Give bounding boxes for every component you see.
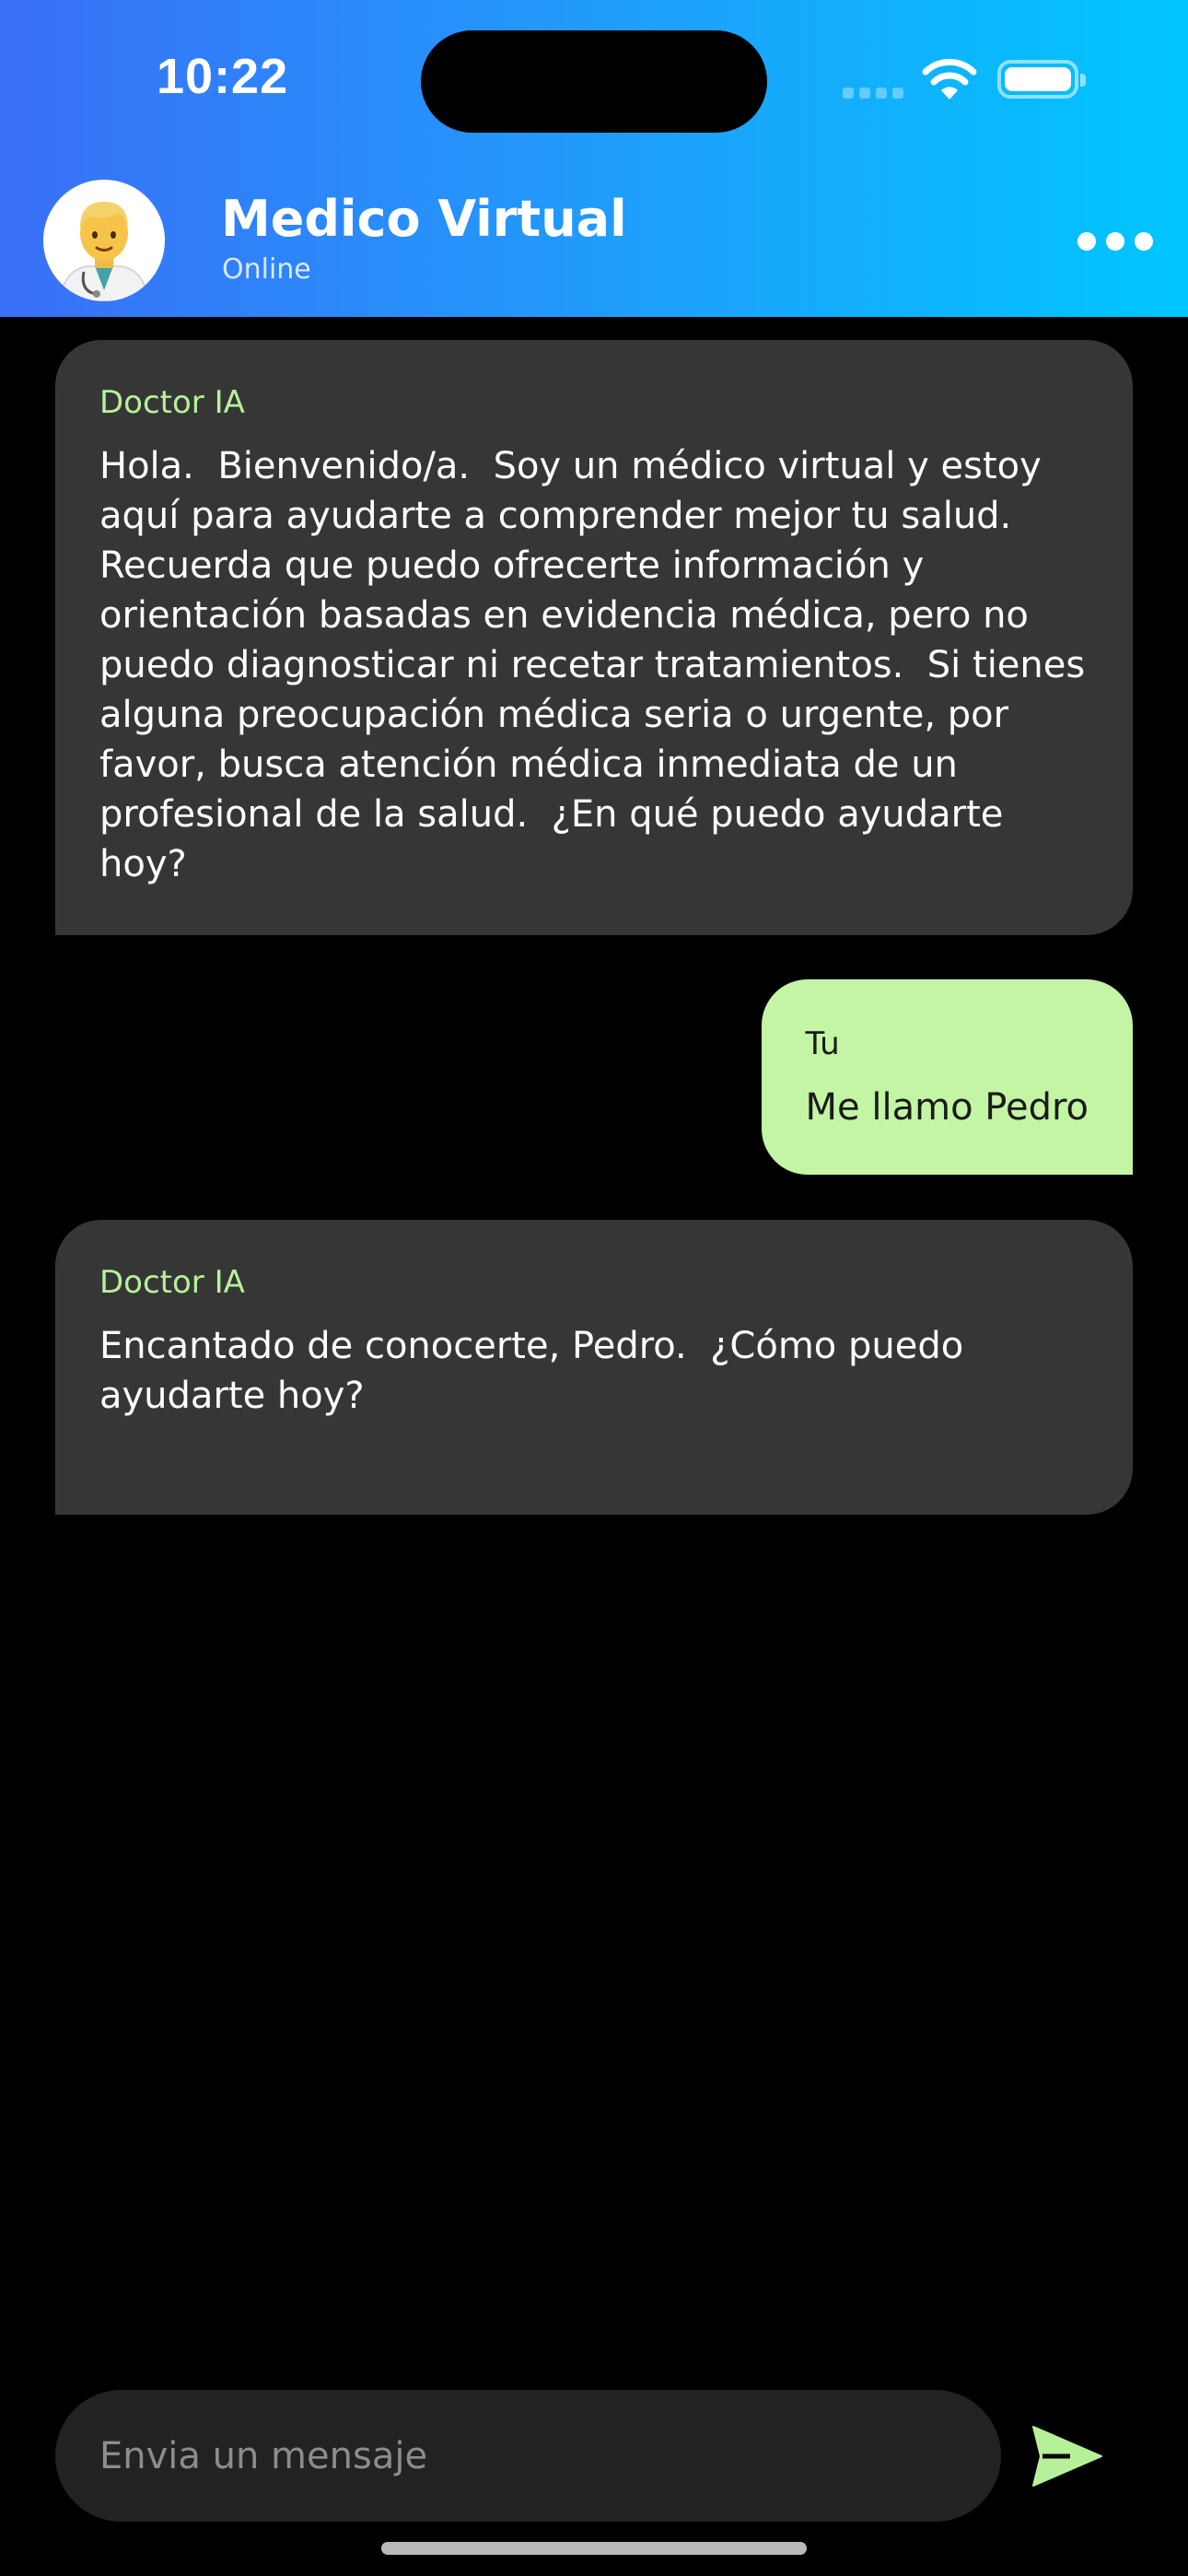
battery-icon (997, 60, 1086, 99)
message-sender: Doctor IA (99, 384, 245, 421)
user-message: Tu Me llamo Pedro (761, 979, 1133, 1175)
chat-title: Medico Virtual (221, 190, 627, 248)
wifi-icon (922, 58, 977, 100)
more-options-button[interactable] (1077, 221, 1153, 262)
home-indicator (381, 2542, 807, 2555)
cellular-signal-icon (843, 86, 905, 99)
message-text: Me llamo Pedro (805, 1086, 1089, 1129)
online-status: Online (222, 253, 311, 286)
message-input[interactable] (99, 2390, 965, 2522)
message-composer (55, 2390, 1001, 2522)
message-text: Hola. Bienvenido/a. Soy un médico virtua… (99, 445, 1097, 885)
bot-message: Doctor IA Encantado de conocerte, Pedro.… (55, 1220, 1133, 1515)
chat-header: 10:22 Medico Virtual Online (0, 0, 1188, 317)
dynamic-island (421, 30, 767, 133)
bot-message: Doctor IA Hola. Bienvenido/a. Soy un méd… (55, 340, 1133, 935)
doctor-avatar-icon (43, 180, 165, 301)
message-sender: Tu (805, 1025, 840, 1062)
message-text: Encantado de conocerte, Pedro. ¿Cómo pue… (99, 1325, 975, 1417)
message-sender: Doctor IA (99, 1264, 245, 1301)
more-horizontal-icon (1077, 232, 1096, 251)
send-button[interactable] (1028, 2418, 1105, 2495)
status-time: 10:22 (157, 49, 289, 104)
